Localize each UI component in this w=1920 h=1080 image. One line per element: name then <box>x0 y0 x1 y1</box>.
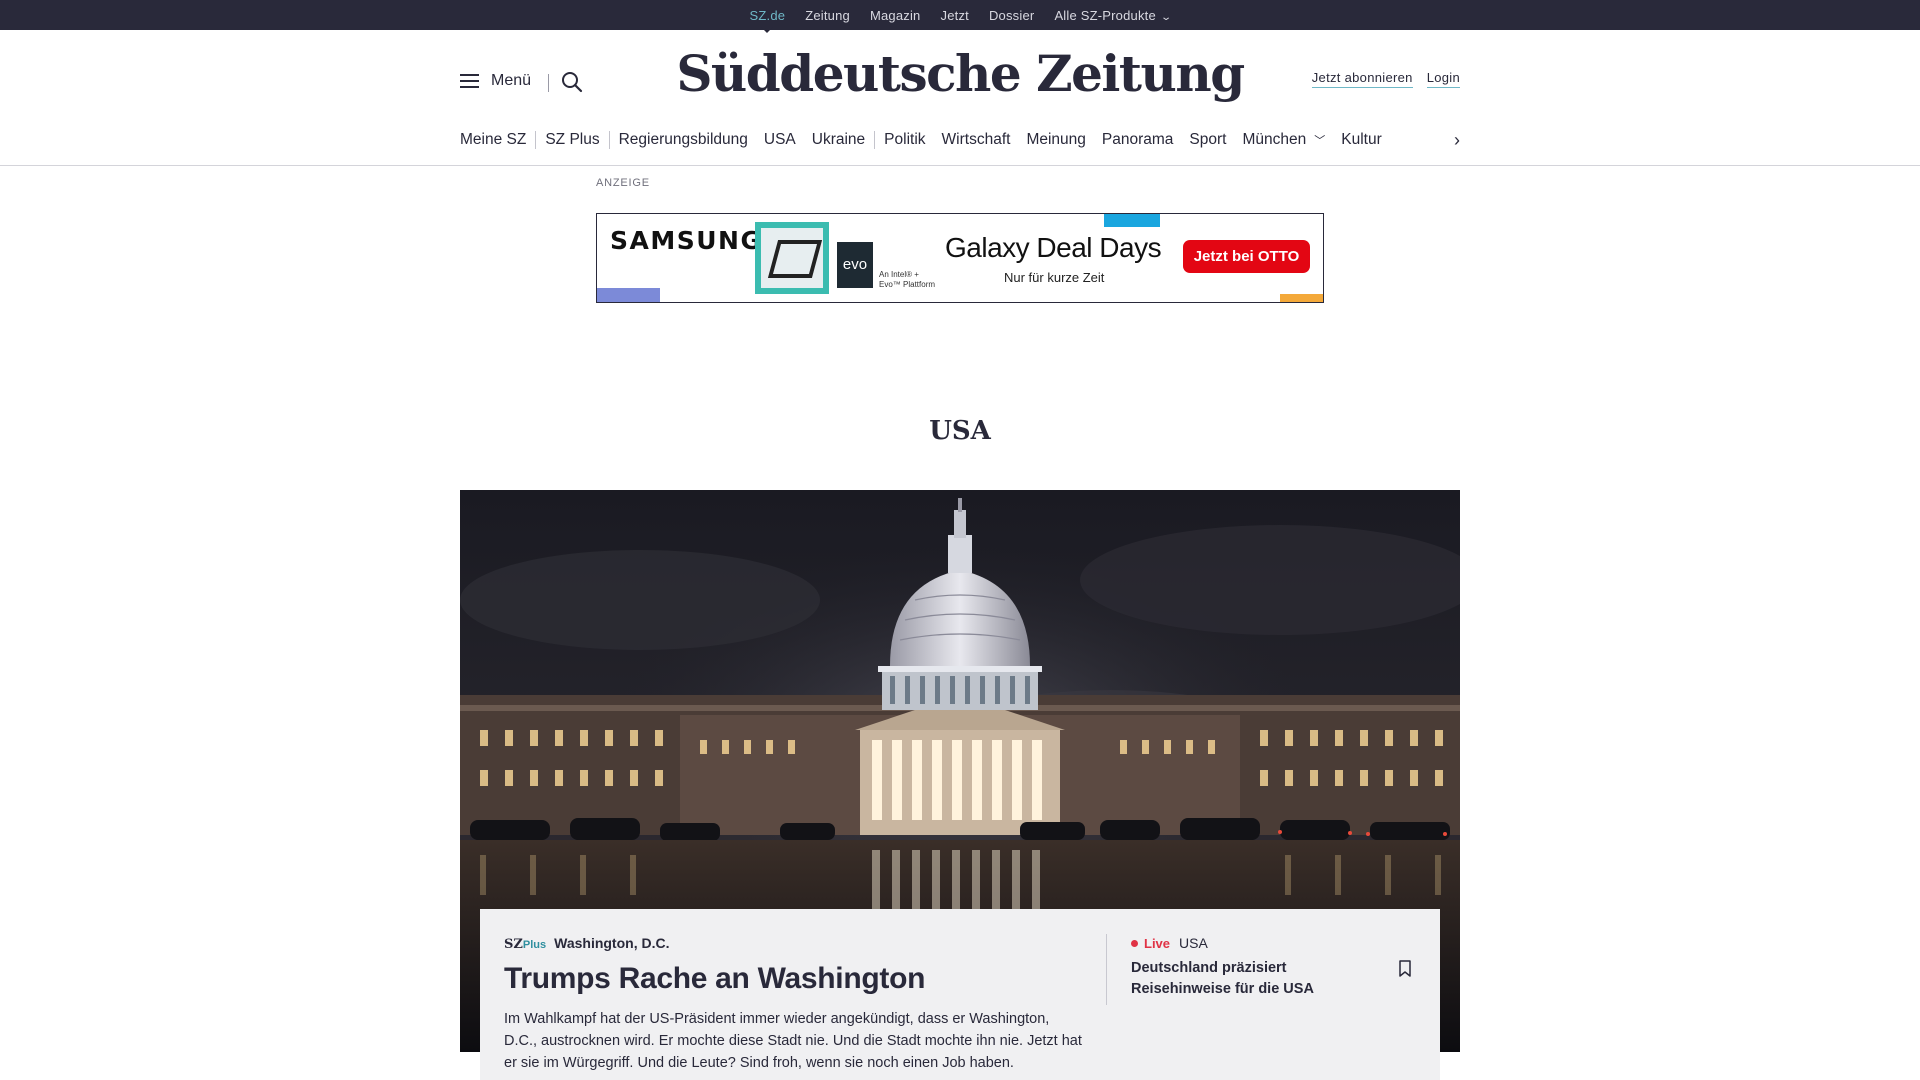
top-bar-links: SZ.de Zeitung Magazin Jetzt Dossier Alle… <box>0 0 1920 33</box>
chevron-down-icon: ﹀ <box>1314 135 1326 147</box>
lead-article: SZPlus Washington, D.C. Trumps Rache an … <box>504 935 1084 1074</box>
ad-label: ANZEIGE <box>596 177 650 189</box>
nav-bottom-border <box>0 165 1920 166</box>
article-teaser: Im Wahlkampf hat der US-Präsident immer … <box>504 1011 1082 1071</box>
topbar-link-jetzt[interactable]: Jetzt <box>941 8 969 23</box>
bookmark-icon <box>1399 960 1411 977</box>
nav-divider <box>874 131 876 149</box>
nav-item-panorama[interactable]: Panorama <box>1102 131 1174 149</box>
badge-plus: Plus <box>522 939 547 951</box>
chevron-right-icon[interactable]: › <box>1454 130 1460 151</box>
live-label: Live <box>1144 935 1171 951</box>
nav-item-meinung[interactable]: Meinung <box>1026 131 1085 149</box>
article-kicker: SZPlus Washington, D.C. <box>504 935 1084 952</box>
live-article[interactable]: Live USA Deutschland präzisiert Reisehin… <box>1131 935 1361 1000</box>
site-logo[interactable]: Süddeutsche Zeitung <box>460 44 1460 103</box>
topbar-link-szde[interactable]: SZ.de <box>750 8 786 33</box>
topbar-products-dropdown[interactable]: Alle SZ-Produkte ⌄ <box>1054 7 1173 23</box>
topbar-link-magazin[interactable]: Magazin <box>870 8 921 23</box>
ad-brand: SAMSUNG <box>610 226 763 255</box>
article-location: Washington, D.C. <box>554 935 670 951</box>
header-account-links: Jetzt abonnieren Login <box>1311 70 1460 88</box>
top-bar: SZ.de Zeitung Magazin Jetzt Dossier Alle… <box>0 0 1920 33</box>
chevron-down-icon: ⌄ <box>1160 11 1173 23</box>
nav-divider <box>608 131 610 149</box>
nav-item-sport[interactable]: Sport <box>1189 131 1226 149</box>
live-topic: USA <box>1179 935 1208 951</box>
ad-decor <box>1104 214 1160 227</box>
live-article-headline[interactable]: Deutschland präzisiert Reisehinweise für… <box>1131 958 1361 1000</box>
section-title: USA <box>929 416 991 446</box>
bookmark-button[interactable] <box>1398 960 1412 978</box>
main-navigation: Meine SZ SZ Plus Regierungsbildung USA U… <box>460 122 1460 158</box>
ad-cta-button[interactable]: Jetzt bei OTTO <box>1183 240 1310 273</box>
nav-divider <box>535 131 537 149</box>
live-dot-icon <box>1131 939 1138 947</box>
live-kicker: Live USA <box>1131 935 1361 951</box>
topbar-products-label: Alle SZ-Produkte <box>1054 7 1156 23</box>
login-link[interactable]: Login <box>1426 70 1460 88</box>
nav-item-sz-plus[interactable]: SZ Plus <box>545 131 599 149</box>
card-divider <box>1106 934 1107 1005</box>
ad-banner[interactable]: SAMSUNG evo An Intel® + Evo™ Plattform G… <box>596 213 1324 303</box>
ad-headline: Galaxy Deal Days <box>945 232 1162 263</box>
ad-laptop-image <box>755 222 829 294</box>
lead-article-card[interactable]: SZPlus Washington, D.C. Trumps Rache an … <box>480 909 1440 1080</box>
nav-item-ukraine[interactable]: Ukraine <box>812 131 865 149</box>
nav-item-kultur[interactable]: Kultur <box>1341 131 1382 149</box>
sz-plus-badge: SZPlus <box>504 937 546 952</box>
nav-item-muenchen-label: München <box>1242 131 1307 148</box>
ad-decor <box>1280 294 1323 302</box>
nav-item-regierungsbildung[interactable]: Regierungsbildung <box>619 131 748 149</box>
nav-item-meine-sz[interactable]: Meine SZ <box>460 131 526 149</box>
site-header: Menü Süddeutsche Zeitung Jetzt abonniere… <box>460 30 1460 135</box>
topbar-link-zeitung[interactable]: Zeitung <box>805 8 850 23</box>
nav-item-usa[interactable]: USA <box>764 131 796 149</box>
badge-sz: SZ <box>504 937 523 952</box>
nav-item-politik[interactable]: Politik <box>884 131 925 149</box>
subscribe-link[interactable]: Jetzt abonnieren <box>1311 70 1413 88</box>
topbar-link-dossier[interactable]: Dossier <box>989 8 1034 23</box>
ad-decor <box>597 288 660 302</box>
ad-intel-text: An Intel® + Evo™ Plattform <box>879 270 936 289</box>
article-headline[interactable]: Trumps Rache an Washington <box>504 962 1084 996</box>
nav-item-muenchen[interactable]: München ﹀ <box>1242 131 1325 149</box>
ad-subline: Nur für kurze Zeit <box>1004 270 1105 285</box>
nav-item-wirtschaft[interactable]: Wirtschaft <box>942 131 1011 149</box>
ad-intel-badge: evo <box>837 242 873 288</box>
